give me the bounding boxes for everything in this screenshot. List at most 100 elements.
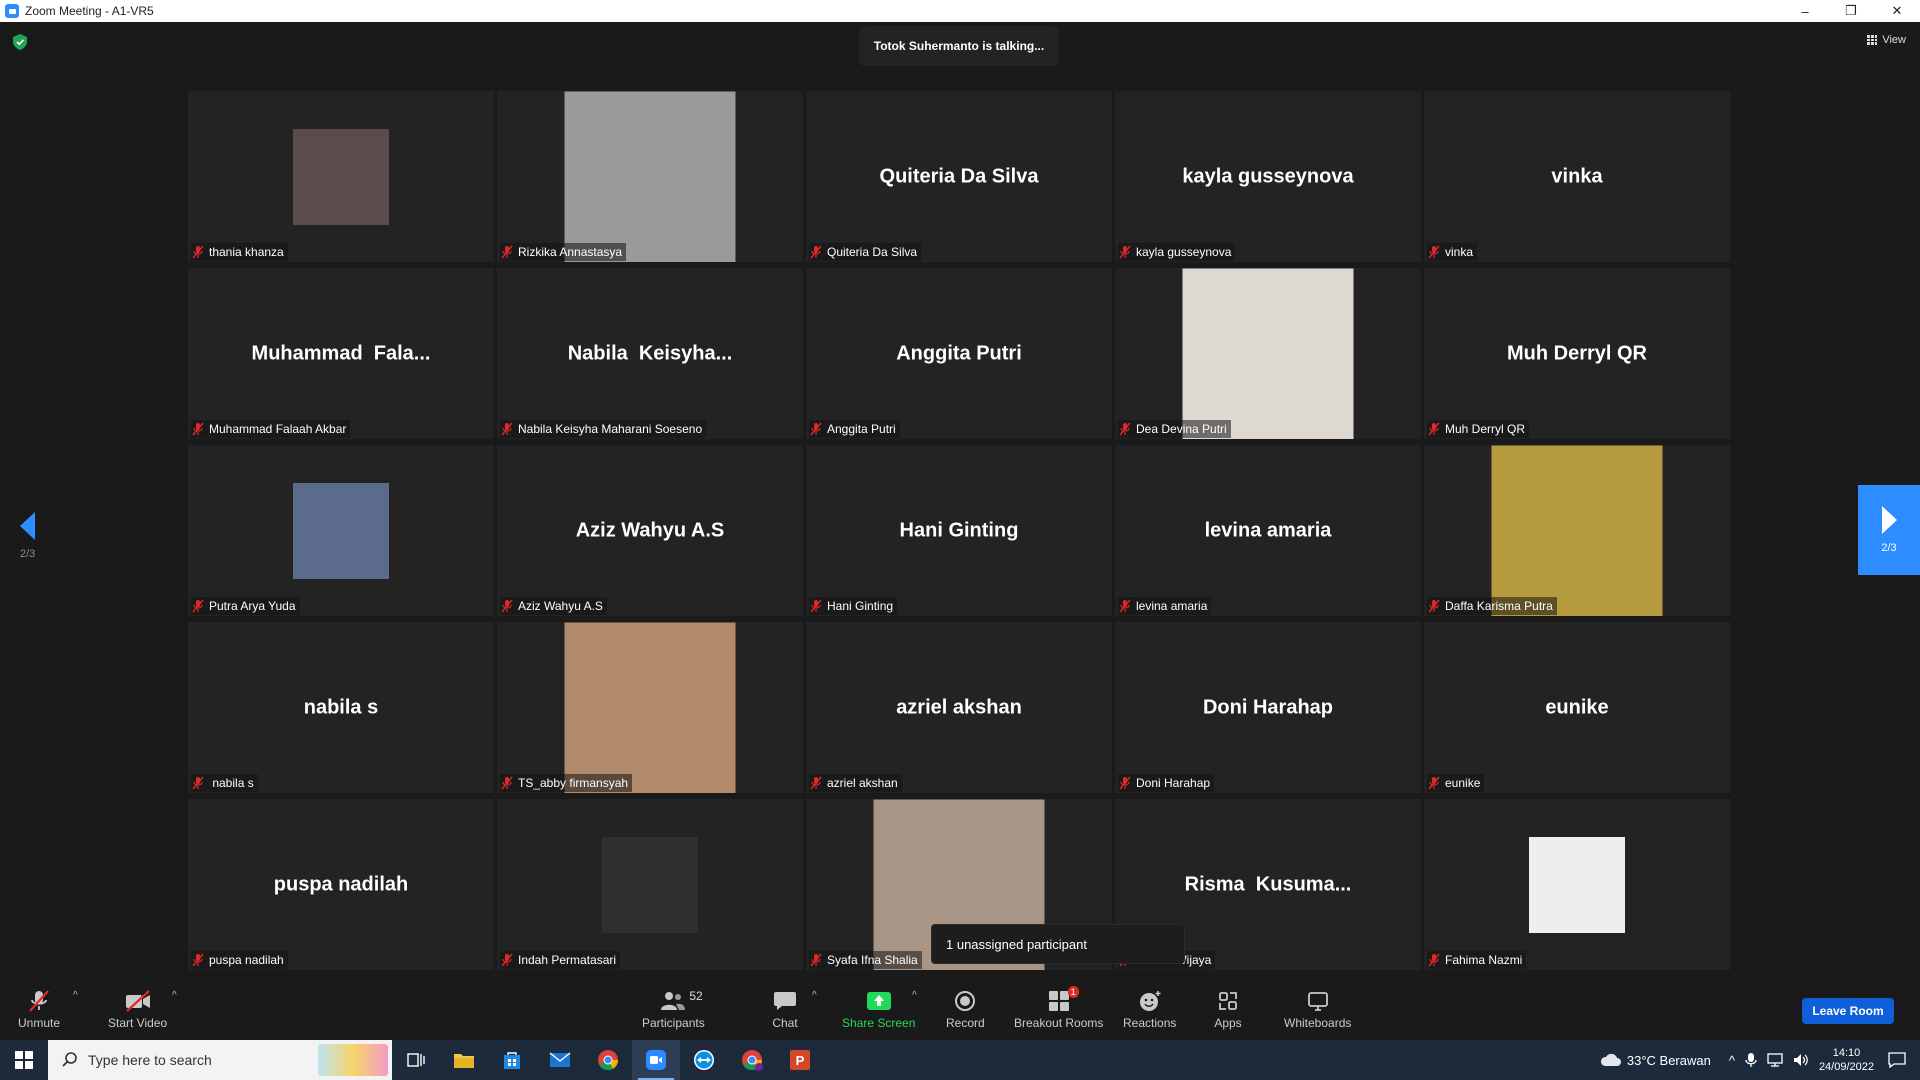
next-page-button[interactable]: 2/3: [1858, 485, 1920, 575]
weather-text[interactable]: 33°C Berawan: [1627, 1053, 1711, 1068]
previous-page-button[interactable]: 2/3: [20, 512, 35, 560]
taskbar-store[interactable]: [488, 1040, 536, 1080]
notifications-icon[interactable]: [1888, 1052, 1906, 1068]
participant-photo: [1529, 836, 1625, 933]
windows-logo-icon: [15, 1051, 33, 1069]
leave-room-button[interactable]: Leave Room: [1802, 998, 1894, 1024]
participant-tile[interactable]: Muhammad Fala... Muhammad Falaah Akbar: [188, 268, 494, 439]
taskbar-mail[interactable]: [536, 1040, 584, 1080]
participant-tile[interactable]: Indah Permatasari: [497, 799, 803, 970]
apps-button[interactable]: Apps: [1214, 978, 1242, 1040]
participant-tile[interactable]: Hani Ginting Hani Ginting: [806, 445, 1112, 616]
reactions-button[interactable]: Reactions: [1123, 978, 1176, 1040]
taskbar-powerpoint[interactable]: P: [776, 1040, 824, 1080]
breakout-rooms-button[interactable]: 1 Breakout Rooms: [1014, 978, 1103, 1040]
volume-icon[interactable]: [1793, 1053, 1809, 1067]
participant-tile[interactable]: kayla gusseynova kayla gusseynova: [1115, 91, 1421, 262]
participant-tile[interactable]: eunike eunike: [1424, 622, 1730, 793]
view-button[interactable]: View: [1867, 34, 1906, 46]
chrome-profile-icon: [742, 1050, 763, 1071]
apps-icon: [1219, 991, 1237, 1010]
video-options-caret-icon[interactable]: ^: [172, 990, 177, 1001]
store-bag-icon: [504, 1052, 520, 1069]
taskbar-clock[interactable]: 14:10 24/09/2022: [1819, 1046, 1874, 1074]
participant-tile[interactable]: vinka vinka: [1424, 91, 1730, 262]
network-icon[interactable]: [1767, 1053, 1783, 1067]
minimize-button[interactable]: –: [1782, 0, 1828, 22]
taskbar-chrome-profile[interactable]: [728, 1040, 776, 1080]
tray-microphone-icon[interactable]: [1745, 1052, 1757, 1068]
record-label: Record: [946, 1015, 985, 1030]
participant-tile[interactable]: Fahima Nazmi: [1424, 799, 1730, 970]
participant-tile[interactable]: thania khanza: [188, 91, 494, 262]
chat-button[interactable]: Chat: [771, 978, 799, 1040]
participant-tile[interactable]: levina amaria levina amaria: [1115, 445, 1421, 616]
participant-tile[interactable]: Rizkika Annastasya: [497, 91, 803, 262]
participant-tile[interactable]: Anggita Putri Anggita Putri: [806, 268, 1112, 439]
participant-tile[interactable]: TS_abby firmansyah: [497, 622, 803, 793]
participant-display-name: eunike: [1545, 696, 1609, 718]
taskbar-chrome[interactable]: [584, 1040, 632, 1080]
participant-name-label: thania khanza: [191, 243, 288, 261]
participant-name: Dea Devina Putri: [1136, 422, 1227, 436]
participant-name: kayla gusseynova: [1136, 245, 1232, 259]
participant-name: TS_abby firmansyah: [518, 776, 629, 790]
participant-tile[interactable]: nabila s nabila s: [188, 622, 494, 793]
tray-overflow-chevron-icon[interactable]: ^: [1729, 1053, 1735, 1068]
taskbar-teamviewer[interactable]: [680, 1040, 728, 1080]
zoom-taskbar-icon: [646, 1050, 666, 1070]
audio-options-caret-icon[interactable]: ^: [73, 990, 78, 1001]
participant-name-label: Muh Derryl QR: [1427, 420, 1530, 438]
participants-button[interactable]: 52 Participants: [642, 978, 705, 1040]
start-video-button[interactable]: Start Video: [108, 978, 167, 1040]
record-button[interactable]: Record: [946, 978, 985, 1040]
restore-button[interactable]: ❐: [1828, 0, 1874, 22]
participant-tile[interactable]: Daffa Karisma Putra: [1424, 445, 1730, 616]
participant-name: Anggita Putri: [827, 422, 896, 436]
whiteboards-button[interactable]: Whiteboards: [1284, 978, 1351, 1040]
participants-icon: [661, 991, 686, 1010]
taskbar-search-box[interactable]: Type here to search: [48, 1040, 392, 1080]
muted-mic-icon: [29, 989, 49, 1012]
participant-tile[interactable]: Doni Harahap Doni Harahap: [1115, 622, 1421, 793]
task-view-button[interactable]: [392, 1040, 440, 1080]
participant-name-label: eunike: [1427, 774, 1485, 792]
breakout-rooms-label: Breakout Rooms: [1014, 1015, 1104, 1030]
taskbar-file-explorer[interactable]: [440, 1040, 488, 1080]
participant-display-name: puspa nadilah: [273, 873, 409, 895]
unmute-button[interactable]: Unmute: [18, 978, 60, 1040]
weather-cloud-icon: [1600, 1053, 1621, 1066]
participant-display-name: Quiteria Da Silva: [879, 165, 1039, 187]
participant-name: Nabila Keisyha Maharani Soeseno: [518, 422, 703, 436]
muted-mic-icon: [501, 599, 513, 613]
folder-icon: [454, 1054, 474, 1068]
participant-tile[interactable]: Dea Devina Putri: [1115, 268, 1421, 439]
arrow-left-icon: [20, 512, 36, 540]
participant-tile[interactable]: Quiteria Da Silva Quiteria Da Silva: [806, 91, 1112, 262]
muted-mic-icon: [192, 422, 204, 436]
share-screen-label: Share Screen: [842, 1015, 916, 1030]
participant-name-label: Hani Ginting: [809, 597, 898, 615]
share-screen-button[interactable]: Share Screen: [842, 978, 915, 1040]
share-options-caret-icon[interactable]: ^: [912, 990, 917, 1001]
muted-mic-icon: [501, 422, 513, 436]
chat-options-caret-icon[interactable]: ^: [812, 990, 817, 1001]
participant-photo: [293, 128, 389, 225]
video-off-icon: [125, 989, 150, 1012]
participant-photo: [293, 482, 389, 579]
participant-tile[interactable]: Muh Derryl QR Muh Derryl QR: [1424, 268, 1730, 439]
participant-tile[interactable]: Aziz Wahyu A.S Aziz Wahyu A.S: [497, 445, 803, 616]
participant-display-name: levina amaria: [1204, 519, 1332, 541]
grid-view-icon: [1867, 35, 1878, 45]
security-shield-icon[interactable]: [13, 34, 27, 50]
close-button[interactable]: ✕: [1874, 0, 1920, 22]
participant-display-name: Nabila Keisyha...: [567, 342, 733, 364]
chat-bubble-icon: [774, 991, 796, 1010]
taskbar-zoom[interactable]: [632, 1040, 680, 1080]
participant-tile[interactable]: Nabila Keisyha... Nabila Keisyha Maharani…: [497, 268, 803, 439]
participant-display-name: Hani Ginting: [899, 519, 1019, 541]
participant-tile[interactable]: azriel akshan azriel akshan: [806, 622, 1112, 793]
participant-tile[interactable]: Putra Arya Yuda: [188, 445, 494, 616]
participant-tile[interactable]: puspa nadilah puspa nadilah: [188, 799, 494, 970]
start-button[interactable]: [0, 1040, 48, 1080]
